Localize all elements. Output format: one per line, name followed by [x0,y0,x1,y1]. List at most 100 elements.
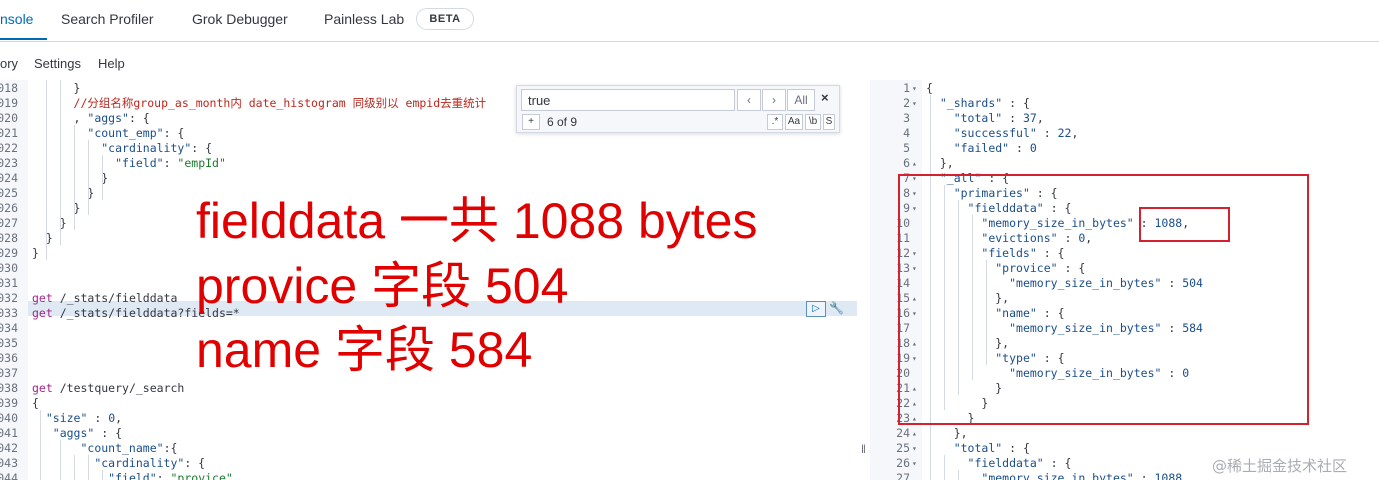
highlight-box-memory-size [1139,207,1230,242]
indent-guide [60,80,61,245]
code-text: get /_stats/fielddata [32,291,178,305]
indent-guide [88,455,89,480]
indent-guide [74,125,75,230]
menu-help[interactable]: Help [98,56,125,71]
line-number: 022 [0,141,18,155]
line-number: 24 [896,426,910,440]
code-text: }, [926,426,968,440]
code-text: "successful" : 22, [953,126,1079,140]
line-number: 021 [0,126,18,140]
code-text: { [32,396,39,410]
menu-history[interactable]: ory [0,56,18,71]
line-number: 037 [0,366,18,380]
annotation-provice-field: provice 字段 504 [196,258,569,314]
fold-toggle-icon[interactable]: ▴ [912,426,917,441]
indent-guide [46,80,47,260]
line-number: 040 [0,411,18,425]
tab-painless-lab[interactable]: Painless Lab [324,11,404,27]
line-number: 031 [0,276,18,290]
indent-guide [944,455,945,480]
indent-guide [88,140,89,215]
line-number: 038 [0,381,18,395]
fold-toggle-icon[interactable]: ▾ [912,456,917,471]
line-number: 042 [0,441,18,455]
line-number: 018 [0,81,18,95]
code-text: } [32,186,95,200]
find-input[interactable] [521,89,735,111]
regex-toggle-button[interactable]: .* [767,114,783,130]
indent-guide [102,470,103,480]
line-number: 27 [896,471,910,480]
indent-guide [958,470,959,480]
fold-toggle-icon[interactable]: ▾ [912,441,917,456]
annotation-fielddata-total: fielddata 一共 1088 bytes [196,193,758,249]
tab-search-profiler[interactable]: Search Profiler [61,11,154,27]
code-text: } [32,81,81,95]
line-number: 5 [903,141,910,155]
line-number: 020 [0,111,18,125]
tab-grok-debugger[interactable]: Grok Debugger [192,11,288,27]
line-number: 026 [0,201,18,215]
line-number: 035 [0,336,18,350]
play-icon[interactable]: ▷ [806,301,826,317]
code-text: "field": "empId" [115,156,226,170]
fold-toggle-icon[interactable]: ▾ [912,81,917,96]
line-number: 023 [0,156,18,170]
code-text: "count_name":{ [80,441,178,455]
fold-toggle-icon[interactable]: ▴ [912,156,917,171]
code-text: , "aggs": { [73,111,150,125]
line-number: 025 [0,186,18,200]
line-number: 019 [0,96,18,110]
wrench-icon[interactable]: 🔧 [829,301,844,315]
line-number: 033 [0,306,18,320]
line-number: 039 [0,396,18,410]
line-number: 034 [0,321,18,335]
indent-guide [60,440,61,480]
find-widget: ‹ › All × + 6 of 9 .* Aa \b S [516,85,840,133]
code-text: "field": "provice" [108,471,233,480]
line-number: 3 [903,111,910,125]
line-number: 1 [903,81,910,95]
pane-resizer[interactable]: ‖ [857,80,870,480]
code-text: "total" : 37, [953,111,1044,125]
annotation-name-field: name 字段 584 [196,322,533,378]
word-toggle-button[interactable]: \b [805,114,821,130]
fold-toggle-icon[interactable]: ▾ [912,96,917,111]
code-text: } [32,246,39,260]
line-number: 25 [896,441,910,455]
drag-handle-icon[interactable]: ‖ [861,442,866,456]
code-text: } [32,231,53,245]
watermark: @稀土掘金技术社区 [1212,457,1348,475]
code-text: "aggs" : { [52,426,123,440]
line-number: 26 [896,456,910,470]
code-text: "cardinality": { [94,456,206,470]
find-prev-button[interactable]: ‹ [737,89,761,111]
console-menu: ory Settings Help [0,42,1379,80]
find-all-button[interactable]: All [787,89,815,111]
line-number: 032 [0,291,18,305]
replace-toggle-button[interactable]: + [522,114,540,130]
line-number: 029 [0,246,18,260]
case-toggle-button[interactable]: Aa [785,114,803,130]
line-number: 024 [0,171,18,185]
line-number: 028 [0,231,18,245]
line-number: 041 [0,426,18,440]
code-text: "count_emp": { [87,126,185,140]
close-icon[interactable]: × [821,90,829,105]
find-next-button[interactable]: › [762,89,786,111]
indent-guide [40,410,41,480]
code-text: //分组名称group_as_month内 date_histogram 同级别… [32,96,487,110]
line-number: 044 [0,471,18,480]
code-text: "failed" : 0 [953,141,1037,155]
line-number: 027 [0,216,18,230]
indent-guide [102,155,103,200]
tab-console[interactable]: nsole [0,11,33,27]
selection-toggle-button[interactable]: S [823,114,835,130]
line-number: 043 [0,456,18,470]
beta-badge: BETA [416,8,474,30]
line-number: 036 [0,351,18,365]
code-text: } [32,216,67,230]
menu-settings[interactable]: Settings [34,56,81,71]
code-text: { [926,81,933,95]
indent-guide [74,455,75,480]
